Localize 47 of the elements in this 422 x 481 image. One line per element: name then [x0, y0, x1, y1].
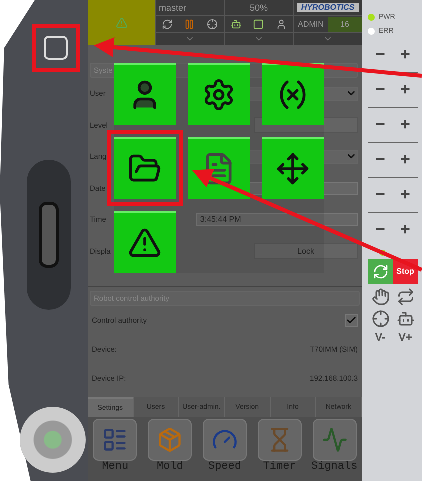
cycle-icon [372, 264, 388, 280]
speed-value: 50% [225, 0, 293, 16]
cycle-icon[interactable] [396, 288, 414, 306]
user-level: 16 [328, 16, 362, 32]
robot-icon[interactable] [230, 18, 242, 30]
minus-key[interactable]: − [376, 45, 386, 65]
minus-key[interactable]: − [376, 80, 386, 100]
plus-key[interactable]: + [400, 115, 410, 135]
checkbox[interactable] [345, 314, 358, 327]
minus-key[interactable]: − [376, 220, 386, 240]
gear-icon [202, 78, 236, 112]
cycle-icon[interactable] [162, 18, 173, 30]
robot-icon[interactable] [396, 310, 414, 328]
user-name: master [156, 0, 224, 16]
move-icon [276, 152, 310, 186]
speed-up-key[interactable]: V+ [398, 332, 412, 344]
warning-icon [128, 226, 162, 260]
jog-icon[interactable] [372, 310, 390, 328]
menu-tile[interactable] [262, 63, 324, 125]
minus-key[interactable]: − [376, 115, 386, 135]
hand-icon[interactable] [372, 288, 390, 306]
menu-tile[interactable] [114, 211, 176, 273]
menu-tile[interactable] [188, 137, 250, 199]
signal-icon [322, 427, 348, 453]
minus-key[interactable]: − [376, 150, 386, 170]
menu-icon [102, 427, 128, 453]
menu-tile[interactable] [114, 137, 176, 199]
speed-down-key[interactable]: V- [375, 332, 386, 344]
menu-tile[interactable] [262, 137, 324, 199]
plus-key[interactable]: + [400, 80, 410, 100]
plus-key[interactable]: + [400, 150, 410, 170]
plus-key[interactable]: + [400, 220, 410, 240]
plus-key[interactable]: + [400, 185, 410, 205]
menu-tile[interactable] [114, 63, 176, 125]
person-icon[interactable] [276, 18, 288, 30]
app-button[interactable] [93, 419, 138, 461]
home-button[interactable] [44, 36, 68, 60]
block-icon[interactable] [253, 18, 264, 30]
box-icon [157, 427, 184, 453]
pause-icon[interactable] [184, 18, 196, 30]
company-logo: HYROBOTICS [297, 3, 359, 12]
start-button[interactable] [368, 259, 393, 284]
minus-key[interactable]: − [376, 185, 386, 205]
plus-key[interactable]: + [400, 45, 410, 65]
crosshair-icon[interactable] [207, 18, 218, 30]
menu-tile[interactable] [188, 63, 250, 125]
user-role: ADMIN [297, 20, 325, 28]
